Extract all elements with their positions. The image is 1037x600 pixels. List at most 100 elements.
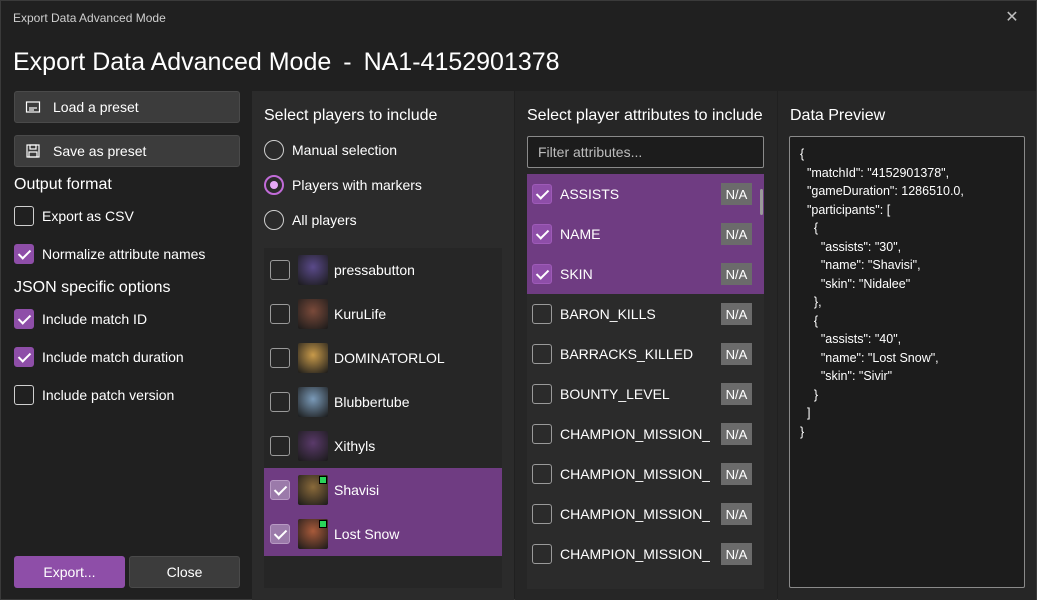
- player-checkbox[interactable]: [270, 260, 290, 280]
- preview-panel: Data Preview { "matchId": "4152901378", …: [778, 91, 1036, 600]
- attribute-value-badge: N/A: [721, 343, 752, 365]
- load-preset-button[interactable]: Load a preset: [14, 91, 240, 123]
- save-preset-button[interactable]: Save as preset: [14, 135, 240, 167]
- attribute-row[interactable]: SKIN N/A: [527, 254, 764, 294]
- preview-title: Data Preview: [790, 107, 886, 124]
- player-name: Lost Snow: [334, 526, 400, 542]
- attribute-name: BARON_KILLS: [560, 306, 656, 322]
- save-preset-label: Save as preset: [53, 143, 147, 159]
- player-row[interactable]: Lost Snow: [264, 512, 502, 556]
- attribute-value-badge: N/A: [721, 423, 752, 445]
- attributes-panel: Select player attributes to include Filt…: [515, 91, 777, 600]
- options-panel: Load a preset Save as preset Output form…: [1, 91, 252, 600]
- attribute-checkbox[interactable]: [532, 504, 552, 524]
- include-match-id-checkbox[interactable]: [14, 309, 34, 329]
- champion-avatar: [298, 343, 328, 373]
- attribute-checkbox[interactable]: [532, 384, 552, 404]
- attribute-scrollbar[interactable]: [760, 189, 763, 215]
- attributes-title: Select player attributes to include: [527, 107, 763, 124]
- radio-manual-label: Manual selection: [292, 142, 398, 158]
- attribute-checkbox[interactable]: [532, 264, 552, 284]
- load-preset-icon: [25, 101, 41, 113]
- players-title: Select players to include: [264, 107, 438, 124]
- attribute-checkbox[interactable]: [532, 424, 552, 444]
- player-name: Xithyls: [334, 438, 376, 454]
- include-patch-option[interactable]: Include patch version: [14, 384, 174, 406]
- attribute-value-badge: N/A: [721, 183, 752, 205]
- marker-icon: [319, 520, 327, 528]
- player-row[interactable]: Xithyls: [264, 424, 502, 468]
- attribute-value-badge: N/A: [721, 383, 752, 405]
- attribute-checkbox[interactable]: [532, 184, 552, 204]
- player-row[interactable]: DOMINATORLOL: [264, 336, 502, 380]
- player-checkbox[interactable]: [270, 480, 290, 500]
- export-csv-label: Export as CSV: [42, 208, 134, 224]
- attribute-name: CHAMPION_MISSION_STAT_3: [560, 546, 710, 562]
- normalize-checkbox[interactable]: [14, 244, 34, 264]
- player-row[interactable]: pressabutton: [264, 248, 502, 292]
- load-preset-label: Load a preset: [53, 99, 139, 115]
- attribute-list: ASSISTS N/A NAME N/A SKIN N/A BARON_KILLS N/A BA…: [527, 174, 764, 589]
- attribute-row[interactable]: ASSISTS N/A: [527, 174, 764, 214]
- window-title: Export Data Advanced Mode: [13, 11, 166, 25]
- include-patch-label: Include patch version: [42, 387, 175, 403]
- attribute-row[interactable]: CHAMPION_MISSION_STAT_0 N/A: [527, 414, 764, 454]
- close-icon[interactable]: ✕: [1002, 8, 1022, 28]
- attribute-value-badge: N/A: [721, 263, 752, 285]
- marker-icon: [319, 476, 327, 484]
- attribute-name: CHAMPION_MISSION_STAT_1: [560, 466, 710, 482]
- champion-avatar: [298, 255, 328, 285]
- radio-all-label: All players: [292, 212, 357, 228]
- player-row[interactable]: Shavisi: [264, 468, 502, 512]
- radio-manual[interactable]: Manual selection: [264, 139, 397, 161]
- attribute-row[interactable]: BARRACKS_KILLED N/A: [527, 334, 764, 374]
- include-match-duration-checkbox[interactable]: [14, 347, 34, 367]
- include-match-id-option[interactable]: Include match ID: [14, 308, 147, 330]
- attribute-row[interactable]: CHAMPION_MISSION_STAT_1 N/A: [527, 454, 764, 494]
- close-button[interactable]: Close: [129, 556, 240, 588]
- radio-markers-button[interactable]: [264, 175, 284, 195]
- attribute-name: CHAMPION_MISSION_STAT_0: [560, 426, 710, 442]
- champion-avatar: [298, 299, 328, 329]
- export-csv-checkbox[interactable]: [14, 206, 34, 226]
- attribute-checkbox[interactable]: [532, 464, 552, 484]
- normalize-option[interactable]: Normalize attribute names: [14, 243, 205, 265]
- filter-attributes-input[interactable]: Filter attributes...: [527, 136, 764, 168]
- export-csv-option[interactable]: Export as CSV: [14, 205, 134, 227]
- attribute-value-badge: N/A: [721, 303, 752, 325]
- include-match-duration-option[interactable]: Include match duration: [14, 346, 184, 368]
- champion-avatar: [298, 475, 328, 505]
- save-icon: [26, 144, 40, 158]
- radio-markers[interactable]: Players with markers: [264, 174, 422, 196]
- player-checkbox[interactable]: [270, 392, 290, 412]
- page-title: Export Data Advanced Mode - NA1-4152901378: [13, 48, 560, 77]
- normalize-label: Normalize attribute names: [42, 246, 206, 262]
- attribute-row[interactable]: CHAMPION_MISSION_STAT_3 N/A: [527, 534, 764, 574]
- radio-manual-button[interactable]: [264, 140, 284, 160]
- attribute-row[interactable]: NAME N/A: [527, 214, 764, 254]
- include-match-duration-label: Include match duration: [42, 349, 184, 365]
- attribute-checkbox[interactable]: [532, 304, 552, 324]
- attribute-checkbox[interactable]: [532, 544, 552, 564]
- player-row[interactable]: KuruLife: [264, 292, 502, 336]
- preview-json: { "matchId": "4152901378", "gameDuration…: [789, 136, 1025, 588]
- radio-all-button[interactable]: [264, 210, 284, 230]
- attribute-name: ASSISTS: [560, 186, 620, 202]
- player-checkbox[interactable]: [270, 304, 290, 324]
- player-row[interactable]: Blubbertube: [264, 380, 502, 424]
- player-checkbox[interactable]: [270, 524, 290, 544]
- champion-avatar: [298, 519, 328, 549]
- attribute-name: CHAMPION_MISSION_STAT_2: [560, 506, 710, 522]
- attribute-row[interactable]: BARON_KILLS N/A: [527, 294, 764, 334]
- export-button[interactable]: Export...: [14, 556, 125, 588]
- attribute-checkbox[interactable]: [532, 344, 552, 364]
- radio-all[interactable]: All players: [264, 209, 357, 231]
- attribute-row[interactable]: BOUNTY_LEVEL N/A: [527, 374, 764, 414]
- player-checkbox[interactable]: [270, 436, 290, 456]
- attribute-checkbox[interactable]: [532, 224, 552, 244]
- attribute-row[interactable]: CHAMPION_MISSION_STAT_2 N/A: [527, 494, 764, 534]
- attribute-value-badge: N/A: [721, 223, 752, 245]
- include-match-id-label: Include match ID: [42, 311, 148, 327]
- include-patch-checkbox[interactable]: [14, 385, 34, 405]
- player-checkbox[interactable]: [270, 348, 290, 368]
